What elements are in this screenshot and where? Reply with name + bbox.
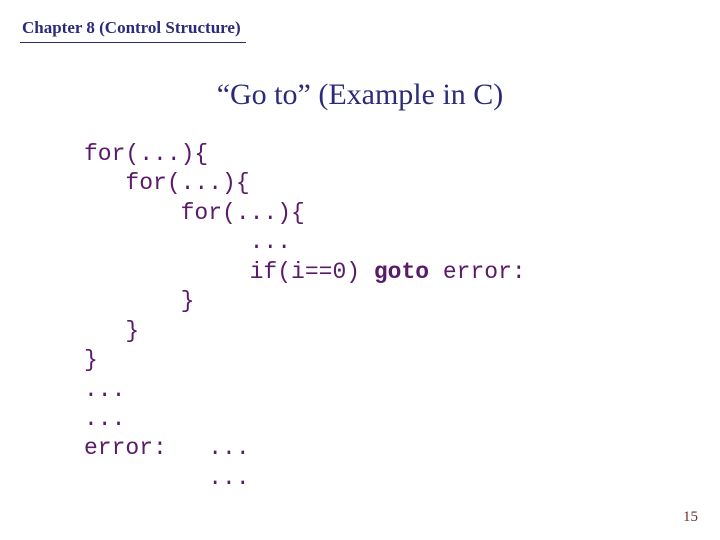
code-line-5: } [84,288,194,314]
code-line-6: } [84,318,139,344]
chapter-rule [20,42,246,43]
code-line-11: ... [84,465,250,491]
slide: Chapter 8 (Control Structure) “Go to” (E… [0,0,720,540]
code-line-2: for(...){ [84,200,305,226]
page-number: 15 [683,509,698,526]
chapter-header: Chapter 8 (Control Structure) [22,18,241,38]
slide-title: “Go to” (Example in C) [0,78,720,112]
code-line-3: ... [84,229,291,255]
code-line-4-tail: error: [429,259,526,285]
code-line-10: error: ... [84,435,250,461]
goto-keyword: goto [374,259,429,285]
code-line-0: for(...){ [84,141,208,167]
code-line-9: ... [84,406,125,432]
code-block: for(...){ for(...){ for(...){ ... if(i==… [84,140,526,493]
code-line-8: ... [84,377,125,403]
code-line-4-prefix: if(i==0) [84,259,374,285]
code-line-7: } [84,347,98,373]
code-line-1: for(...){ [84,170,250,196]
